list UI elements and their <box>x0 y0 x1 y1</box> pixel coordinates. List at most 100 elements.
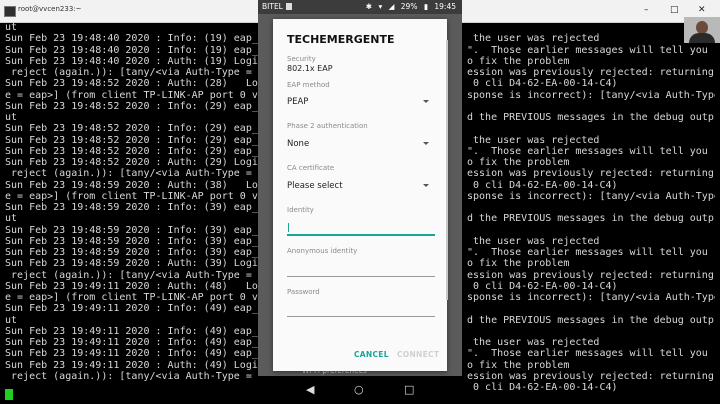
recents-icon[interactable]: □ <box>404 383 414 396</box>
terminal-cursor <box>5 389 13 400</box>
terminal-line-left: reject (again.)): [tany/<via Auth-Type = <box>5 370 258 382</box>
phase2-dropdown[interactable]: None <box>287 137 435 153</box>
terminal-line-right: ession was previously rejected: returnin… <box>467 67 714 78</box>
terminal-line-right: 0 cli D4-62-EA-00-14-C4) <box>467 179 618 191</box>
battery-percent: 29% <box>400 2 418 11</box>
carrier-label: BITEL <box>262 2 283 11</box>
terminal-line-right: sponse is incorrect): [tany/<via Auth-Ty… <box>467 89 715 101</box>
wifi-icon: ▾ <box>378 2 383 11</box>
anonymous-identity-label: Anonymous identity <box>287 247 358 255</box>
status-right: ✱ ▾ ◢ 29% ▮ 19:45 <box>362 2 456 11</box>
terminal-line-right: 0 cli D4-62-EA-00-14-C4) <box>467 382 618 393</box>
terminal-line-left: Sun Feb 23 19:49:11 2020 : Info: (49) ea… <box>5 325 258 337</box>
terminal-line-left: Sun Feb 23 19:48:40 2020 : Info: (19) ea… <box>5 33 258 45</box>
terminal-line-right: ". Those earlier messages will tell you <box>467 348 708 360</box>
terminal-line-left: Sun Feb 23 19:48:52 2020 : Auth: (28) Lo <box>5 78 258 90</box>
terminal-line-right: o fix the problem <box>467 55 570 67</box>
close-button[interactable]: ✕ <box>698 5 706 15</box>
connect-button[interactable]: CONNECT <box>397 350 439 359</box>
terminal-line-left: ut <box>5 22 18 33</box>
terminal-line-left: Sun Feb 23 19:49:11 2020 : Auth: (49) Lo… <box>5 359 258 371</box>
terminal-line-left: ut <box>5 112 18 123</box>
terminal-line-left: reject (again.)): [tany/<via Auth-Type = <box>5 269 258 281</box>
terminal-line-right: o fix the problem <box>467 157 570 168</box>
terminal-line-right: d the PREVIOUS messages in the debug out… <box>467 112 714 123</box>
battery-icon: ▮ <box>423 2 428 11</box>
maximize-button[interactable]: □ <box>670 5 679 15</box>
webcam-overlay <box>684 17 720 43</box>
navigation-bar: ◀ ○ □ <box>258 376 462 404</box>
terminal-line-left: reject (again.)): [tany/<via Auth-Type = <box>5 168 258 180</box>
terminal-line-right: sponse is incorrect): [tany/<via Auth-Ty… <box>467 190 715 202</box>
eap-method-dropdown[interactable]: PEAP <box>287 95 435 111</box>
security-value: 802.1x EAP <box>287 64 333 73</box>
minimize-button[interactable]: – <box>644 5 649 15</box>
terminal-line-right: the user was rejected <box>467 33 600 45</box>
eap-method-value: PEAP <box>287 97 309 107</box>
identity-label: Identity <box>287 206 314 214</box>
terminal-line-right: the user was rejected <box>467 235 600 247</box>
bluetooth-icon: ✱ <box>365 2 373 11</box>
terminal-line-right: ". Those earlier messages will tell you <box>467 247 708 258</box>
status-bar: BITEL ✱ ▾ ◢ 29% ▮ 19:45 <box>258 0 462 14</box>
ca-certificate-value: Please select <box>287 181 343 191</box>
dropdown-arrow-icon <box>423 100 429 103</box>
security-label: Security <box>287 55 316 63</box>
back-icon[interactable]: ◀ <box>306 383 314 396</box>
terminal-line-left: Sun Feb 23 19:48:59 2020 : Info: (39) ea… <box>5 224 258 236</box>
terminal-line-left: Sun Feb 23 19:49:11 2020 : Info: (49) ea… <box>5 348 258 360</box>
terminal-line-left: Sun Feb 23 19:48:52 2020 : Info: (29) ea… <box>5 134 258 146</box>
text-cursor <box>288 223 289 232</box>
terminal-line-right: d the PREVIOUS messages in the debug out… <box>467 213 714 225</box>
terminal-line-left: Sun Feb 23 19:49:11 2020 : Auth: (48) Lo <box>5 280 258 292</box>
eap-method-label: EAP method <box>287 81 330 89</box>
ca-certificate-label: CA certificate <box>287 164 335 172</box>
terminal-line-right: d the PREVIOUS messages in the debug out… <box>467 314 714 326</box>
cancel-button[interactable]: CANCEL <box>354 350 389 359</box>
terminal-line-right: ession was previously rejected: returnin… <box>467 370 714 382</box>
terminal-line-left: ut <box>5 314 18 326</box>
terminal-line-right: ession was previously rejected: returnin… <box>467 269 714 281</box>
terminal-icon <box>4 6 16 17</box>
anonymous-identity-input[interactable] <box>287 262 435 277</box>
terminal-line-left: Sun Feb 23 19:48:59 2020 : Info: (39) ea… <box>5 247 258 258</box>
terminal-line-left: Sun Feb 23 19:48:59 2020 : Auth: (39) Lo… <box>5 258 258 270</box>
terminal-line-left: Sun Feb 23 19:48:52 2020 : Info: (29) ea… <box>5 123 258 135</box>
phase2-value: None <box>287 139 310 149</box>
terminal-line-right: sponse is incorrect): [tany/<via Auth-Ty… <box>467 292 715 303</box>
terminal-line-left: ut <box>5 213 18 225</box>
terminal-line-left: e = eap>] (from client TP-LINK-AP port 0… <box>5 89 258 101</box>
clock: 19:45 <box>434 2 456 11</box>
presenter-body <box>689 33 715 43</box>
dropdown-arrow-icon <box>423 142 429 145</box>
dropdown-arrow-icon <box>423 184 429 187</box>
terminal-line-left: Sun Feb 23 19:48:59 2020 : Info: (39) ea… <box>5 202 258 213</box>
dialog-title: TECHEMERGENTE <box>287 33 395 46</box>
phase2-label: Phase 2 authentication <box>287 122 368 130</box>
terminal-line-left: Sun Feb 23 19:48:52 2020 : Info: (29) ea… <box>5 100 258 112</box>
terminal-line-right: the user was rejected <box>467 337 600 348</box>
terminal-line-right: ession was previously rejected: returnin… <box>467 168 714 180</box>
terminal-line-right: ". Those earlier messages will tell you <box>467 145 708 157</box>
sim-icon <box>286 3 292 10</box>
terminal-line-right: 0 cli D4-62-EA-00-14-C4) <box>467 280 618 292</box>
terminal-line-right: ". Those earlier messages will tell you <box>467 44 708 56</box>
terminal-line-left: Sun Feb 23 19:48:52 2020 : Auth: (29) Lo… <box>5 157 258 168</box>
dialog-scrollbar[interactable] <box>446 40 448 300</box>
terminal-line-left: Sun Feb 23 19:48:40 2020 : Auth: (19) Lo… <box>5 55 258 67</box>
terminal-line-left: reject (again.)): [tany/<via Auth-Type = <box>5 67 258 78</box>
wifi-connect-dialog: TECHEMERGENTE Security 802.1x EAP EAP me… <box>273 19 447 371</box>
terminal-line-left: Sun Feb 23 19:48:40 2020 : Info: (19) ea… <box>5 44 258 56</box>
ca-certificate-dropdown[interactable]: Please select <box>287 179 435 195</box>
terminal-line-left: Sun Feb 23 19:48:59 2020 : Info: (39) ea… <box>5 235 258 247</box>
terminal-line-right: the user was rejected <box>467 134 600 146</box>
terminal-line-left: e = eap>] (from client TP-LINK-AP port 0… <box>5 292 258 303</box>
terminal-line-right: o fix the problem <box>467 359 570 371</box>
password-label: Password <box>287 288 320 296</box>
home-icon[interactable]: ○ <box>354 383 364 396</box>
password-input[interactable] <box>287 302 435 317</box>
terminal-line-right: o fix the problem <box>467 258 570 270</box>
identity-input[interactable] <box>287 220 435 236</box>
terminal-line-left: Sun Feb 23 19:48:59 2020 : Auth: (38) Lo <box>5 179 258 191</box>
terminal-line-left: Sun Feb 23 19:48:52 2020 : Info: (29) ea… <box>5 145 258 157</box>
